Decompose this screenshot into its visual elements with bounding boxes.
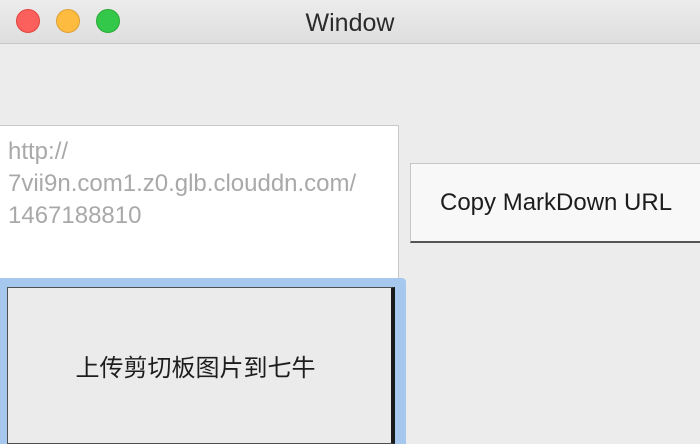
title-bar[interactable]: Window xyxy=(0,0,700,44)
url-text-area[interactable]: http:// 7vii9n.com1.z0.glb.clouddn.com/ … xyxy=(0,125,399,285)
upload-clipboard-image-button[interactable]: 上传剪切板图片到七牛 xyxy=(0,278,406,444)
copy-markdown-url-button[interactable]: Copy MarkDown URL xyxy=(410,163,700,243)
upload-button-label: 上传剪切板图片到七牛 xyxy=(7,287,395,444)
window-title: Window xyxy=(305,9,395,37)
app-window: Window http:// 7vii9n.com1.z0.glb.cloudd… xyxy=(0,0,700,444)
